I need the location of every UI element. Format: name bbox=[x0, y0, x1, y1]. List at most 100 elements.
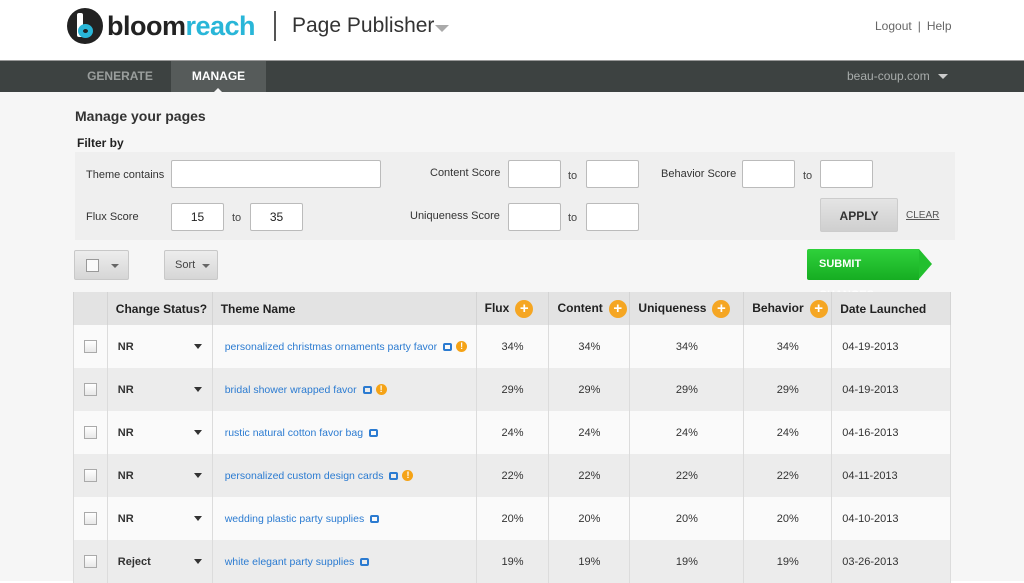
date-launched-value: 03-26-2013 bbox=[831, 540, 951, 583]
theme-cell: white elegant party supplies bbox=[211, 540, 477, 583]
bloomreach-logo-icon bbox=[67, 8, 103, 44]
warning-icon[interactable]: ! bbox=[402, 470, 414, 482]
uniqueness-value: 19% bbox=[629, 540, 745, 583]
content-score-label: Content Score bbox=[430, 167, 501, 179]
open-window-icon[interactable] bbox=[362, 385, 372, 394]
open-window-icon[interactable] bbox=[443, 342, 453, 351]
page-title: Manage your pages bbox=[75, 108, 206, 124]
header-behavior: Behavior + bbox=[743, 292, 833, 325]
uniqueness-value: 24% bbox=[629, 411, 745, 454]
bloomreach-logo[interactable]: bloomreach bbox=[67, 8, 256, 44]
flux-value: 24% bbox=[475, 411, 550, 454]
chevron-down-icon bbox=[193, 430, 202, 435]
to-label: to bbox=[803, 170, 813, 182]
help-link[interactable]: Help bbox=[927, 19, 952, 33]
content-score-to-input[interactable] bbox=[586, 160, 639, 188]
tab-generate[interactable]: GENERATE bbox=[72, 61, 168, 92]
theme-link[interactable]: personalized custom design cards bbox=[225, 470, 384, 482]
behavior-score-from-input[interactable] bbox=[742, 160, 795, 188]
theme-link[interactable]: bridal shower wrapped favor bbox=[225, 384, 357, 396]
content-value: 24% bbox=[548, 411, 631, 454]
theme-contains-label: Theme contains bbox=[86, 169, 165, 181]
theme-cell: rustic natural cotton favor bag bbox=[211, 411, 477, 454]
header-date-launched: Date Launched bbox=[831, 292, 951, 325]
clear-link[interactable]: CLEAR bbox=[906, 210, 939, 221]
main-nav: GENERATE MANAGE beau-coup.com bbox=[0, 60, 1024, 93]
theme-link[interactable]: rustic natural cotton favor bag bbox=[225, 427, 363, 439]
warning-icon[interactable]: ! bbox=[375, 384, 387, 396]
theme-cell: personalized custom design cards! bbox=[211, 454, 477, 497]
add-plus-icon[interactable]: + bbox=[712, 299, 731, 318]
logout-link[interactable]: Logout bbox=[875, 19, 912, 33]
header-change-status: Change Status? bbox=[106, 292, 213, 325]
change-status-select[interactable]: NR bbox=[106, 497, 213, 540]
behavior-score-to-input[interactable] bbox=[820, 160, 873, 188]
submit-changes-button[interactable]: SUBMIT CHANGES bbox=[807, 249, 932, 301]
status-value: NR bbox=[117, 426, 134, 439]
behavior-value: 24% bbox=[743, 411, 833, 454]
sort-label: Sort bbox=[175, 259, 196, 271]
status-value: NR bbox=[117, 340, 134, 353]
uniqueness-value: 29% bbox=[629, 368, 745, 411]
add-plus-icon[interactable]: + bbox=[515, 299, 534, 318]
status-value: NR bbox=[117, 512, 134, 525]
uniqueness-score-label: Uniqueness Score bbox=[410, 210, 500, 222]
content-score-from-input[interactable] bbox=[508, 160, 561, 188]
date-launched-value: 04-19-2013 bbox=[831, 368, 951, 411]
row-checkbox[interactable] bbox=[83, 383, 97, 396]
row-checkbox[interactable] bbox=[83, 469, 97, 482]
sort-dropdown[interactable]: Sort bbox=[164, 250, 218, 280]
flux-value: 22% bbox=[475, 454, 550, 497]
warning-icon[interactable]: ! bbox=[456, 341, 468, 353]
select-all-checkbox[interactable] bbox=[86, 259, 99, 272]
theme-contains-input[interactable] bbox=[171, 160, 381, 188]
add-plus-icon[interactable]: + bbox=[608, 299, 627, 318]
flux-value: 19% bbox=[475, 540, 550, 583]
date-launched-value: 04-10-2013 bbox=[831, 497, 951, 540]
app-switcher-caret-icon[interactable] bbox=[435, 25, 449, 32]
content-value: 19% bbox=[548, 540, 631, 583]
flux-score-to-input[interactable] bbox=[250, 203, 303, 231]
add-plus-icon[interactable]: + bbox=[809, 299, 828, 318]
header-select bbox=[73, 292, 108, 325]
chevron-down-icon bbox=[193, 344, 202, 349]
header-uniqueness: Uniqueness + bbox=[629, 292, 745, 325]
main-content: Manage your pages Filter by Theme contai… bbox=[0, 92, 1024, 583]
row-checkbox[interactable] bbox=[83, 426, 97, 439]
tab-manage[interactable]: MANAGE bbox=[171, 61, 266, 93]
row-checkbox[interactable] bbox=[83, 340, 97, 353]
filter-panel: Theme contains Flux Score to Content Sco… bbox=[75, 152, 955, 240]
top-links: Logout | Help bbox=[872, 19, 955, 33]
row-select-cell bbox=[73, 325, 108, 368]
flux-score-from-input[interactable] bbox=[171, 203, 224, 231]
header-content: Content + bbox=[548, 292, 631, 325]
behavior-value: 19% bbox=[743, 540, 833, 583]
table-row: NR personalized christmas ornaments part… bbox=[73, 325, 951, 368]
row-checkbox[interactable] bbox=[83, 555, 97, 568]
select-all-dropdown[interactable] bbox=[74, 250, 129, 280]
uniqueness-value: 22% bbox=[629, 454, 745, 497]
theme-link[interactable]: white elegant party supplies bbox=[225, 556, 355, 568]
chevron-down-icon bbox=[937, 74, 948, 80]
app-title[interactable]: Page Publisher bbox=[292, 14, 434, 38]
uniqueness-score-from-input[interactable] bbox=[508, 203, 561, 231]
chevron-down-icon bbox=[202, 264, 210, 268]
open-window-icon[interactable] bbox=[389, 471, 399, 480]
uniqueness-score-to-input[interactable] bbox=[586, 203, 639, 231]
row-checkbox[interactable] bbox=[83, 512, 97, 525]
open-window-icon[interactable] bbox=[360, 557, 370, 566]
pages-table: Change Status? Theme Name Flux + Content +… bbox=[73, 292, 951, 583]
theme-link[interactable]: wedding plastic party supplies bbox=[225, 513, 365, 525]
change-status-select[interactable]: NR bbox=[106, 411, 213, 454]
open-window-icon[interactable] bbox=[369, 428, 379, 437]
open-window-icon[interactable] bbox=[370, 514, 380, 523]
status-value: Reject bbox=[117, 555, 151, 568]
site-selector[interactable]: beau-coup.com bbox=[847, 61, 948, 92]
change-status-select[interactable]: NR bbox=[106, 454, 213, 497]
date-launched-value: 04-16-2013 bbox=[831, 411, 951, 454]
change-status-select[interactable]: Reject bbox=[106, 540, 213, 583]
theme-link[interactable]: personalized christmas ornaments party f… bbox=[225, 341, 437, 353]
change-status-select[interactable]: NR bbox=[106, 368, 213, 411]
change-status-select[interactable]: NR bbox=[106, 325, 213, 368]
apply-button[interactable]: APPLY bbox=[820, 198, 898, 232]
